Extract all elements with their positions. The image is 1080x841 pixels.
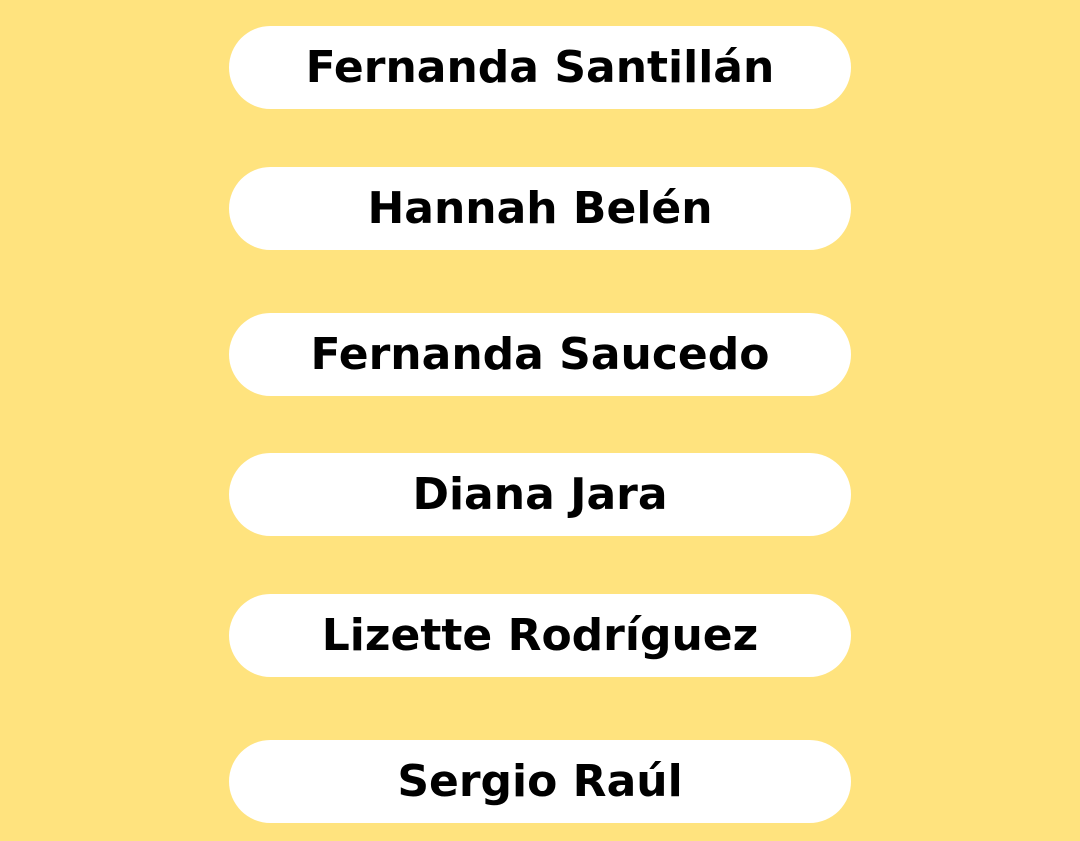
name-pill: Fernanda Santillán xyxy=(229,26,851,109)
name-pill: Sergio Raúl xyxy=(229,740,851,823)
name-label: Hannah Belén xyxy=(367,182,713,234)
name-label: Fernanda Saucedo xyxy=(310,328,770,380)
name-label: Lizette Rodríguez xyxy=(321,609,759,661)
name-label: Fernanda Santillán xyxy=(305,41,775,93)
name-label: Diana Jara xyxy=(412,468,668,520)
name-label: Sergio Raúl xyxy=(397,755,683,807)
name-pill: Lizette Rodríguez xyxy=(229,594,851,677)
name-pill: Fernanda Saucedo xyxy=(229,313,851,396)
name-pill: Diana Jara xyxy=(229,453,851,536)
name-pill: Hannah Belén xyxy=(229,167,851,250)
